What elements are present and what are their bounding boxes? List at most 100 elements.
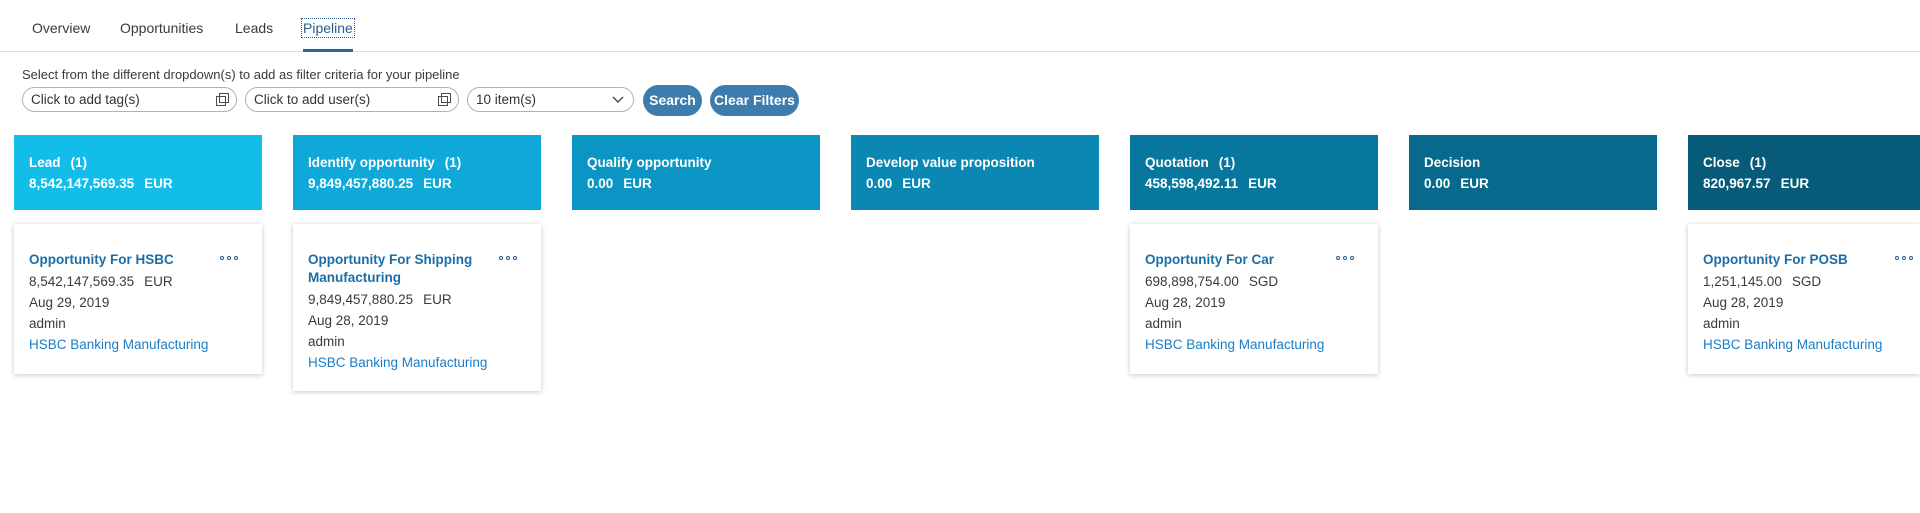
- opportunity-amount: 698,898,754.00 SGD: [1145, 273, 1363, 290]
- opportunity-amount: 1,251,145.00 SGD: [1703, 273, 1905, 290]
- stage-name: Lead: [29, 155, 61, 170]
- stage-count: (1): [1749, 155, 1767, 170]
- stage-amount: 0.00 EUR: [587, 176, 820, 191]
- opportunity-card[interactable]: Opportunity For POSB 1,251,145.00 SGD Aug…: [1688, 224, 1920, 374]
- items-select-value: 10 item(s): [476, 92, 537, 107]
- tag-picker-placeholder: Click to add tag(s): [31, 92, 140, 107]
- tag-picker[interactable]: Click to add tag(s): [22, 87, 237, 112]
- amount-currency: SGD: [1248, 274, 1279, 289]
- stage-header-develop-value-proposition[interactable]: Develop value proposition 0.00 EUR: [851, 135, 1099, 210]
- more-options-icon[interactable]: [220, 256, 240, 262]
- stage-amount-value: 8,542,147,569.35: [29, 176, 135, 191]
- opportunity-card[interactable]: Opportunity For Car 698,898,754.00 SGD Au…: [1130, 224, 1378, 374]
- stage-header-lead[interactable]: Lead (1) 8,542,147,569.35 EUR: [14, 135, 262, 210]
- search-button[interactable]: Search: [643, 85, 702, 116]
- opportunity-amount: 9,849,457,880.25 EUR: [308, 291, 526, 308]
- stage-currency: EUR: [1780, 176, 1810, 191]
- stage-name: Develop value proposition: [866, 155, 1035, 170]
- stage-amount-value: 458,598,492.11: [1145, 176, 1239, 191]
- stage-title: Quotation (1): [1145, 155, 1378, 170]
- amount-currency: SGD: [1791, 274, 1822, 289]
- amount-value: 8,542,147,569.35: [29, 274, 135, 289]
- stage-header-identify-opportunity[interactable]: Identify opportunity (1) 9,849,457,880.25…: [293, 135, 541, 210]
- stage-title: Develop value proposition: [866, 155, 1099, 170]
- clear-filters-button[interactable]: Clear Filters: [710, 85, 799, 116]
- stage-name: Close: [1703, 155, 1740, 170]
- stage-header-qualify-opportunity[interactable]: Qualify opportunity 0.00 EUR: [572, 135, 820, 210]
- opportunity-title-link[interactable]: Opportunity For POSB: [1703, 251, 1878, 269]
- opportunity-card[interactable]: Opportunity For HSBC 8,542,147,569.35 EUR…: [14, 224, 262, 374]
- tab-bar: Overview Opportunities Leads Pipeline: [0, 0, 1920, 52]
- stage-title: Qualify opportunity: [587, 155, 820, 170]
- opportunity-title-link[interactable]: Opportunity For Car: [1145, 251, 1320, 269]
- account-link[interactable]: HSBC Banking Manufacturing: [308, 354, 526, 371]
- tab-pipeline[interactable]: Pipeline: [301, 18, 355, 38]
- opportunity-title-link[interactable]: Opportunity For HSBC: [29, 251, 204, 269]
- stage-count: (1): [70, 155, 88, 170]
- amount-currency: EUR: [423, 292, 452, 307]
- amount-value: 1,251,145.00: [1703, 274, 1782, 289]
- more-options-icon[interactable]: [499, 256, 519, 262]
- stage-amount: 8,542,147,569.35 EUR: [29, 176, 262, 191]
- opportunity-date: Aug 28, 2019: [308, 313, 389, 328]
- account-link[interactable]: HSBC Banking Manufacturing: [1145, 336, 1363, 353]
- stage-amount: 820,967.57 EUR: [1703, 176, 1920, 191]
- stage-title: Close (1): [1703, 155, 1920, 170]
- stage-name: Decision: [1424, 155, 1481, 170]
- opportunity-card[interactable]: Opportunity For Shipping Manufacturing 9…: [293, 224, 541, 391]
- stage-amount: 458,598,492.11 EUR: [1145, 176, 1378, 191]
- amount-value: 698,898,754.00: [1145, 274, 1239, 289]
- account-link[interactable]: HSBC Banking Manufacturing: [29, 336, 247, 353]
- stage-name: Qualify opportunity: [587, 155, 712, 170]
- stage-amount-value: 820,967.57: [1703, 176, 1771, 191]
- amount-currency: EUR: [144, 274, 173, 289]
- tab-leads[interactable]: Leads: [235, 20, 273, 36]
- account-link[interactable]: HSBC Banking Manufacturing: [1703, 336, 1905, 353]
- filter-hint: Select from the different dropdown(s) to…: [22, 67, 460, 82]
- stage-amount-value: 0.00: [587, 176, 614, 191]
- stage-header-decision[interactable]: Decision 0.00 EUR: [1409, 135, 1657, 210]
- items-select[interactable]: 10 item(s): [467, 87, 634, 112]
- stage-amount: 9,849,457,880.25 EUR: [308, 176, 541, 191]
- stage-currency: EUR: [1460, 176, 1489, 191]
- opportunity-date: Aug 28, 2019: [1145, 295, 1226, 310]
- open-window-icon[interactable]: [216, 93, 229, 106]
- more-options-icon[interactable]: [1895, 256, 1915, 262]
- stage-name: Identify opportunity: [308, 155, 435, 170]
- stage-currency: EUR: [623, 176, 652, 191]
- stage-title: Lead (1): [29, 155, 262, 170]
- stage-amount-value: 9,849,457,880.25: [308, 176, 414, 191]
- tab-opportunities[interactable]: Opportunities: [120, 20, 203, 36]
- chevron-down-icon[interactable]: [611, 92, 625, 106]
- stage-amount: 0.00 EUR: [1424, 176, 1657, 191]
- stage-amount-value: 0.00: [1424, 176, 1451, 191]
- stage-amount: 0.00 EUR: [866, 176, 1099, 191]
- stage-currency: EUR: [423, 176, 452, 191]
- stage-title: Decision: [1424, 155, 1657, 170]
- opportunity-owner: admin: [29, 316, 66, 331]
- more-options-icon[interactable]: [1336, 256, 1356, 262]
- stage-amount-value: 0.00: [866, 176, 893, 191]
- opportunity-title-link[interactable]: Opportunity For Shipping Manufacturing: [308, 251, 483, 287]
- stage-currency: EUR: [144, 176, 173, 191]
- tab-overview[interactable]: Overview: [32, 20, 90, 36]
- stage-name: Quotation: [1145, 155, 1209, 170]
- stage-header-quotation[interactable]: Quotation (1) 458,598,492.11 EUR: [1130, 135, 1378, 210]
- user-picker[interactable]: Click to add user(s): [245, 87, 459, 112]
- stage-currency: EUR: [1248, 176, 1277, 191]
- opportunity-date: Aug 28, 2019: [1703, 295, 1784, 310]
- stage-header-close[interactable]: Close (1) 820,967.57 EUR: [1688, 135, 1920, 210]
- opportunity-owner: admin: [308, 334, 345, 349]
- opportunity-amount: 8,542,147,569.35 EUR: [29, 273, 247, 290]
- stage-title: Identify opportunity (1): [308, 155, 541, 170]
- opportunity-owner: admin: [1145, 316, 1182, 331]
- active-tab-indicator: [303, 49, 353, 52]
- stage-count: (1): [1218, 155, 1236, 170]
- open-window-icon[interactable]: [438, 93, 451, 106]
- stage-count: (1): [444, 155, 462, 170]
- user-picker-placeholder: Click to add user(s): [254, 92, 371, 107]
- amount-value: 9,849,457,880.25: [308, 292, 414, 307]
- stage-currency: EUR: [902, 176, 931, 191]
- opportunity-owner: admin: [1703, 316, 1740, 331]
- opportunity-date: Aug 29, 2019: [29, 295, 110, 310]
